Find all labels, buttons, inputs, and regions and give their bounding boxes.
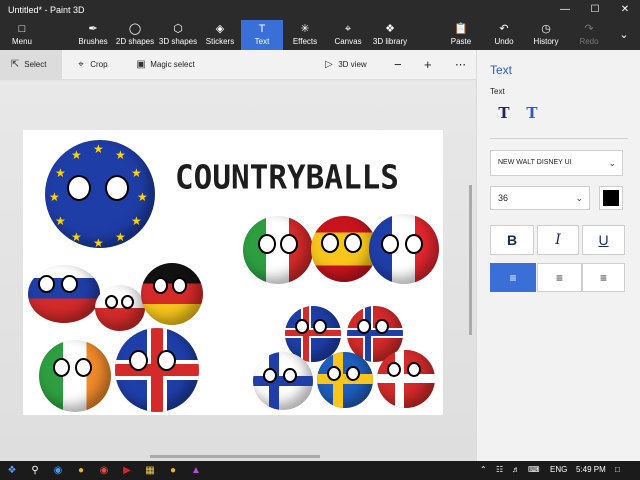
paint3d-icon[interactable]: ▲ bbox=[188, 463, 204, 478]
countryball-france[interactable] bbox=[369, 214, 439, 284]
magic-select-icon: ▣ bbox=[136, 59, 146, 70]
stickers-button[interactable]: ◈ Stickers bbox=[202, 20, 238, 50]
text-tool-button[interactable]: T Text bbox=[241, 20, 283, 50]
ribbon: □ Menu ✒ Brushes ◯ 2D shapes ⬡ 3D shapes… bbox=[0, 20, 640, 50]
chrome-icon-2[interactable]: ● bbox=[165, 463, 181, 478]
undo-icon: ↶ bbox=[499, 23, 509, 35]
select-toolbar: ⇱ Select ⌖ Crop ▣ Magic select ▷ 3D view… bbox=[0, 50, 476, 80]
countryball-eu[interactable]: ★ ★ ★ ★ ★ ★ ★ ★ ★ ★ ★ ★ bbox=[45, 140, 155, 248]
3d-view-button[interactable]: ▷ 3D view bbox=[322, 50, 367, 80]
canvas-headline[interactable]: COUNTRYBALLS bbox=[175, 159, 399, 197]
text-icon: T bbox=[258, 23, 266, 35]
countryball-sweden[interactable] bbox=[317, 352, 373, 408]
youtube-icon[interactable]: ▶ bbox=[119, 463, 135, 478]
canvas-button[interactable]: ⌖ Canvas bbox=[332, 20, 364, 50]
countryball-finland[interactable] bbox=[253, 352, 313, 410]
taskbar: ❖ ⚲ ◉ ● ◉ ▶ ▦ ● ▲ ⌃ ☷ ♬ ⌨ ENG 5:49 PM □ bbox=[0, 461, 640, 480]
countryball-spain[interactable] bbox=[311, 216, 377, 282]
crop-button[interactable]: ⌖ Crop bbox=[74, 50, 107, 80]
menu-button[interactable]: □ Menu bbox=[4, 20, 40, 50]
network-icon[interactable]: ☷ bbox=[496, 465, 503, 474]
close-icon[interactable]: ✕ bbox=[610, 0, 640, 20]
3d-shapes-button[interactable]: ⬡ 3D shapes bbox=[158, 20, 198, 50]
align-center-button[interactable]: ≡ bbox=[537, 263, 582, 292]
chevron-down-icon: ⌄ bbox=[575, 193, 583, 203]
align-right-button[interactable]: ≡ bbox=[582, 263, 625, 292]
chevron-down-icon: ⌄ bbox=[608, 158, 616, 168]
bold-button[interactable]: B bbox=[490, 225, 534, 255]
countryball-italy[interactable] bbox=[243, 216, 313, 284]
chrome-icon[interactable]: ● bbox=[73, 463, 89, 478]
maximize-icon[interactable]: ☐ bbox=[580, 0, 610, 20]
3d-library-button[interactable]: ❖ 3D library bbox=[370, 20, 410, 50]
edge-icon[interactable]: ◉ bbox=[50, 463, 66, 478]
vertical-scrollbar[interactable] bbox=[469, 185, 472, 335]
chevron-up-icon[interactable]: ⌃ bbox=[480, 465, 487, 474]
font-size-select[interactable]: 36 ⌄ bbox=[490, 186, 590, 210]
countryball-poland[interactable] bbox=[95, 285, 145, 331]
clock[interactable]: 5:49 PM bbox=[576, 465, 606, 474]
language-indicator[interactable]: ENG bbox=[550, 465, 567, 474]
font-select[interactable]: NEW WALT DISNEY UI ⌄ bbox=[490, 150, 623, 176]
stickers-icon: ◈ bbox=[215, 23, 225, 35]
zoom-out-button[interactable]: − bbox=[394, 50, 402, 80]
chevron-down-icon: ⌄ bbox=[619, 29, 629, 41]
countryball-germany[interactable] bbox=[141, 263, 203, 325]
canvas-icon: ⌖ bbox=[344, 23, 352, 35]
clipboard-icon: 📋 bbox=[454, 23, 468, 35]
underline-button[interactable]: U bbox=[582, 225, 625, 255]
cursor-icon: ⇱ bbox=[10, 59, 20, 70]
countryball-uk[interactable] bbox=[115, 328, 199, 412]
countryball-denmark[interactable] bbox=[377, 350, 435, 408]
window-title: Untitled* - Paint 3D bbox=[8, 5, 85, 15]
brush-icon: ✒ bbox=[88, 23, 98, 35]
horizontal-scrollbar[interactable] bbox=[150, 455, 320, 458]
text-color-swatch[interactable] bbox=[599, 186, 623, 210]
effects-icon: ✳ bbox=[300, 23, 310, 35]
keyboard-icon[interactable]: ⌨ bbox=[528, 465, 540, 474]
countryball-russia[interactable] bbox=[28, 265, 100, 323]
2d-shapes-icon: ◯ bbox=[128, 23, 142, 35]
panel-title: Text bbox=[490, 63, 513, 77]
paste-button[interactable]: 📋 Paste bbox=[446, 20, 476, 50]
history-button[interactable]: ◷ History bbox=[530, 20, 562, 50]
2d-shapes-button[interactable]: ◯ 2D shapes bbox=[114, 20, 156, 50]
brushes-button[interactable]: ✒ Brushes bbox=[74, 20, 112, 50]
undo-button[interactable]: ↶ Undo bbox=[490, 20, 518, 50]
panel-subtitle: Text bbox=[490, 87, 505, 96]
app-icon[interactable]: ◉ bbox=[96, 463, 112, 478]
notifications-icon[interactable]: □ bbox=[615, 465, 620, 474]
3d-shapes-icon: ⬡ bbox=[173, 23, 183, 35]
2d-text-icon[interactable]: T bbox=[493, 102, 515, 124]
crop-icon: ⌖ bbox=[78, 59, 84, 70]
redo-icon: ↷ bbox=[584, 23, 594, 35]
title-bar: Untitled* - Paint 3D — ☐ ✕ bbox=[0, 0, 640, 20]
search-icon[interactable]: ⚲ bbox=[27, 463, 43, 478]
3d-text-icon[interactable]: T bbox=[521, 102, 543, 124]
windows-start-icon[interactable]: ❖ bbox=[4, 463, 20, 478]
redo-button[interactable]: ↷ Redo bbox=[574, 20, 604, 50]
effects-button[interactable]: ✳ Effects bbox=[288, 20, 322, 50]
zoom-in-button[interactable]: + bbox=[424, 50, 432, 80]
drawing-canvas[interactable]: ★ ★ ★ ★ ★ ★ ★ ★ ★ ★ ★ ★ COUNTRYBALLS bbox=[23, 130, 443, 415]
minimize-icon[interactable]: — bbox=[550, 0, 580, 20]
divider bbox=[490, 138, 628, 139]
text-properties-panel: Text Text T T bbox=[476, 50, 640, 461]
countryball-ireland[interactable] bbox=[39, 340, 111, 412]
file-explorer-icon[interactable]: ▦ bbox=[142, 463, 158, 478]
expand-button[interactable]: ⌄ bbox=[612, 20, 636, 50]
volume-icon[interactable]: ♬ bbox=[512, 465, 520, 474]
italic-button[interactable]: I bbox=[537, 225, 579, 255]
folder-icon: □ bbox=[18, 23, 26, 35]
magic-select-button[interactable]: ▣ Magic select bbox=[134, 50, 194, 80]
3d-library-icon: ❖ bbox=[385, 23, 395, 35]
more-options-icon[interactable]: ⋯ bbox=[455, 50, 466, 80]
select-button[interactable]: ⇱ Select bbox=[0, 50, 62, 80]
align-left-button[interactable]: ≡ bbox=[490, 263, 536, 292]
clock-icon: ◷ bbox=[541, 23, 551, 35]
view-3d-icon: ▷ bbox=[325, 59, 333, 70]
